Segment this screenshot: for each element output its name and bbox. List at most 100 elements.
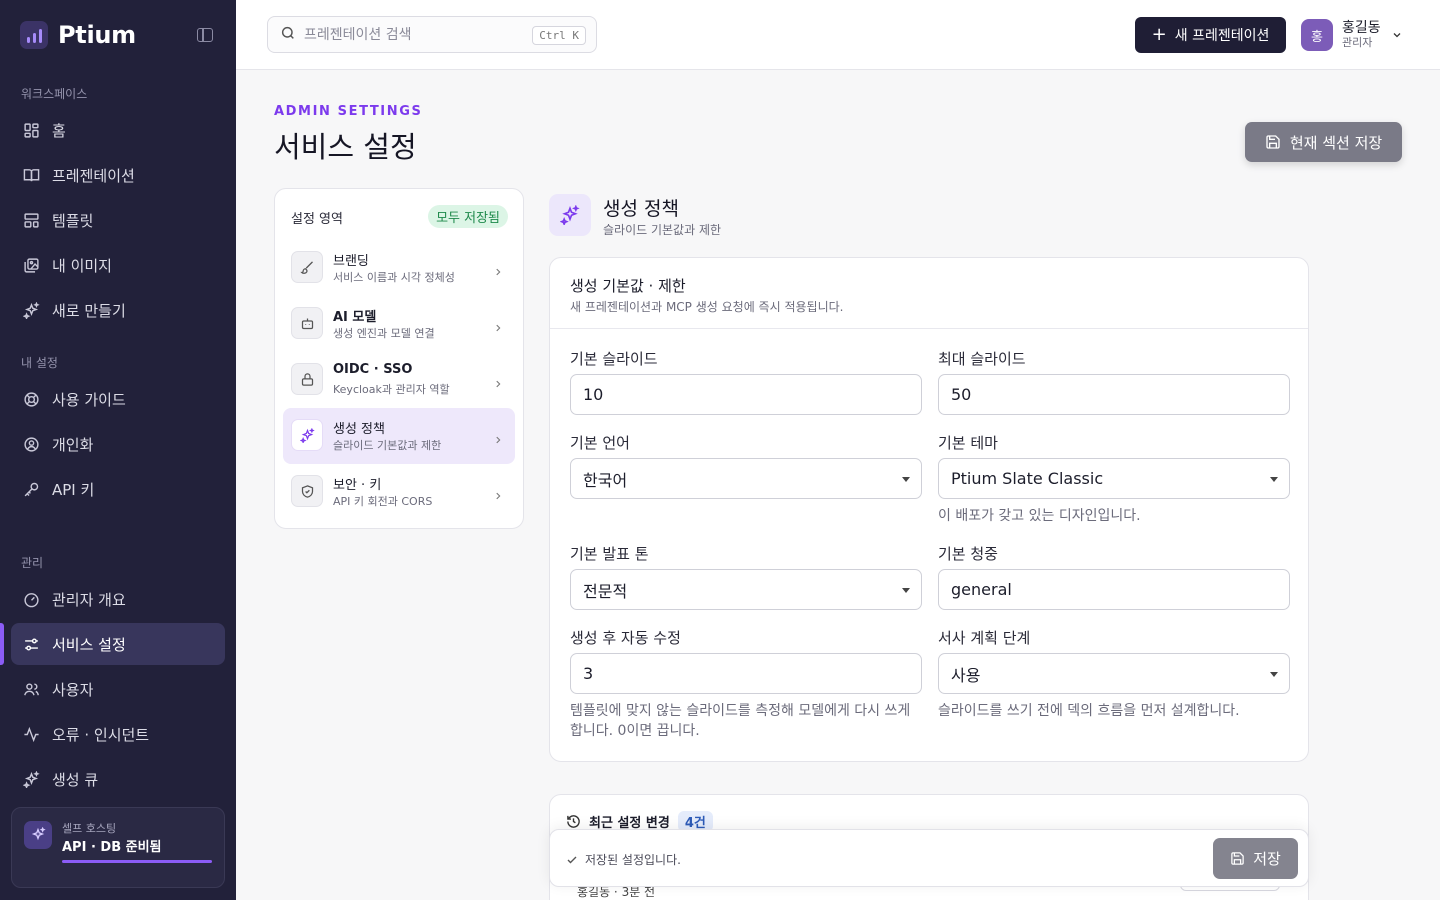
area-item-security-keys[interactable]: 보안 · 키 API 키 회전과 CORS [283, 464, 515, 520]
brand-name: Ptium [58, 21, 136, 49]
auto-fix-hint: 템플릿에 맞지 않는 슬라이드를 측정해 모델에게 다시 쓰게 합니다. 0이면… [570, 703, 911, 739]
area-item-oidc-sso[interactable]: OIDC · SSO Keycloak과 관리자 역할 [283, 352, 515, 408]
user-circle-icon [22, 435, 40, 453]
user-name: 홍길동 [1342, 20, 1381, 37]
sidebar-item-label: API 키 [52, 480, 95, 499]
status-progress-bar [62, 860, 212, 863]
search-shortcut: Ctrl K [532, 26, 586, 45]
max-slides-value: 50 [951, 385, 972, 404]
default-tone-select[interactable]: 전문적 [570, 569, 922, 610]
section-title: 생성 정책 [603, 198, 679, 220]
area-item-branding[interactable]: 브랜딩 서비스 이름과 시각 정체성 [283, 240, 515, 296]
image-icon [22, 256, 40, 274]
sidebar-item-label: 새로 만들기 [52, 301, 126, 320]
shield-check-icon [291, 475, 323, 507]
default-theme-hint: 이 배포가 갖고 있는 디자인입니다. [938, 508, 1141, 524]
save-icon [1266, 135, 1280, 149]
save-section-button[interactable]: 현재 섹션 저장 [1245, 122, 1402, 162]
brand[interactable]: Ptium [20, 20, 136, 50]
sidebar-item-my-images[interactable]: 내 이미지 [11, 244, 225, 286]
area-item-ai-model[interactable]: AI 모델 생성 엔진과 모델 연결 [283, 296, 515, 352]
caret-down-icon [902, 477, 910, 482]
sidebar-item-admin-overview[interactable]: 관리자 개요 [11, 578, 225, 620]
template-icon [22, 211, 40, 229]
brand-logo-icon [20, 21, 48, 49]
sidebar-item-label: 생성 큐 [52, 770, 99, 789]
sidebar-item-presentations[interactable]: 프레젠테이션 [11, 154, 225, 196]
sidebar-item-label: 프레젠테이션 [52, 166, 135, 185]
area-subtitle: Keycloak과 관리자 역할 [333, 383, 450, 396]
default-audience-input[interactable]: general [938, 569, 1290, 610]
save-status: 저장된 설정입니다. [566, 851, 681, 868]
sidebar-item-label: 사용자 [52, 680, 94, 699]
sidebar-item-label: 사용 가이드 [52, 390, 126, 409]
default-theme-value: Ptium Slate Classic [951, 469, 1104, 488]
sparkle-icon [22, 770, 40, 788]
sidebar-collapse-icon[interactable] [197, 28, 213, 42]
default-language-value: 한국어 [583, 470, 628, 490]
section-label-my-settings: 내 설정 [21, 356, 58, 370]
narrative-value: 사용 [951, 665, 981, 685]
sidebar-item-create-new[interactable]: 새로 만들기 [11, 289, 225, 331]
save-button[interactable]: 저장 [1213, 838, 1298, 879]
sidebar-item-service-settings[interactable]: 서비스 설정 [11, 623, 225, 665]
new-presentation-label: 새 프레젠테이션 [1174, 28, 1270, 44]
sparkle-icon [291, 419, 323, 451]
page-eyebrow: ADMIN SETTINGS [274, 104, 423, 119]
search-icon [280, 25, 296, 45]
active-indicator [0, 623, 4, 665]
chevron-right-icon [493, 486, 503, 505]
save-bar: 저장된 설정입니다. 저장 [549, 829, 1309, 887]
default-slides-input[interactable]: 10 [570, 374, 922, 415]
save-section-label: 현재 섹션 저장 [1289, 133, 1383, 152]
sidebar: Ptium 워크스페이스 홈 프레젠테이션 템플릿 내 이미지 새로 만들기 내… [0, 0, 236, 900]
settings-areas-panel: 설정 영역 모두 저장됨 브랜딩 서비스 이름과 시각 정체성 AI 모델 생성… [274, 188, 524, 529]
chevron-right-icon [493, 374, 503, 393]
key-icon [22, 480, 40, 498]
default-tone-label: 기본 발표 톤 [570, 545, 649, 563]
robot-icon [291, 307, 323, 339]
default-theme-select[interactable]: Ptium Slate Classic [938, 458, 1290, 499]
search-box[interactable]: Ctrl K [267, 16, 597, 53]
sparkle-icon [549, 194, 591, 236]
caret-down-icon [1270, 672, 1278, 677]
deployment-status-card: 셀프 호스팅 API · DB 준비됨 [11, 807, 225, 888]
default-audience-label: 기본 청중 [938, 545, 998, 563]
area-title: 브랜딩 [333, 254, 369, 269]
area-subtitle: 서비스 이름과 시각 정체성 [333, 271, 455, 284]
default-language-select[interactable]: 한국어 [570, 458, 922, 499]
area-subtitle: 슬라이드 기본값과 제한 [333, 439, 442, 452]
narrative-select[interactable]: 사용 [938, 653, 1290, 694]
generation-defaults-card: 생성 기본값 · 제한 새 프레젠테이션과 MCP 생성 요청에 즉시 적용됩니… [549, 257, 1309, 762]
section-label-admin: 관리 [21, 556, 44, 570]
narrative-hint: 슬라이드를 쓰기 전에 덱의 흐름을 먼저 설계합니다. [938, 703, 1240, 719]
user-menu[interactable]: 홍 홍길동 관리자 [1301, 18, 1403, 52]
sidebar-item-users[interactable]: 사용자 [11, 668, 225, 710]
sidebar-item-user-guide[interactable]: 사용 가이드 [11, 378, 225, 420]
area-item-generation-policy[interactable]: 생성 정책 슬라이드 기본값과 제한 [283, 408, 515, 464]
auto-fix-input[interactable]: 3 [570, 653, 922, 694]
history-icon [567, 815, 580, 828]
max-slides-input[interactable]: 50 [938, 374, 1290, 415]
sidebar-item-personalization[interactable]: 개인화 [11, 423, 225, 465]
save-status-text: 저장된 설정입니다. [585, 853, 681, 867]
sparkle-icon [24, 821, 52, 849]
new-presentation-button[interactable]: + 새 프레젠테이션 [1135, 17, 1286, 53]
sidebar-item-errors-incidents[interactable]: 오류 · 인시던트 [11, 713, 225, 755]
sidebar-item-generation-queue[interactable]: 생성 큐 [11, 758, 225, 800]
caret-down-icon [902, 588, 910, 593]
area-title: 생성 정책 [333, 422, 385, 437]
areas-title: 설정 영역 [291, 212, 343, 227]
auto-fix-value: 3 [583, 664, 594, 683]
sidebar-item-home[interactable]: 홈 [11, 109, 225, 151]
sidebar-item-api-keys[interactable]: API 키 [11, 468, 225, 510]
default-slides-label: 기본 슬라이드 [570, 350, 658, 368]
plus-icon: + [1151, 24, 1167, 45]
search-input[interactable] [304, 26, 524, 43]
sidebar-item-label: 서비스 설정 [52, 635, 126, 654]
sidebar-item-label: 개인화 [52, 435, 94, 454]
sidebar-item-label: 내 이미지 [52, 256, 112, 275]
caret-down-icon [1270, 477, 1278, 482]
sidebar-item-templates[interactable]: 템플릿 [11, 199, 225, 241]
save-icon [1231, 852, 1244, 865]
